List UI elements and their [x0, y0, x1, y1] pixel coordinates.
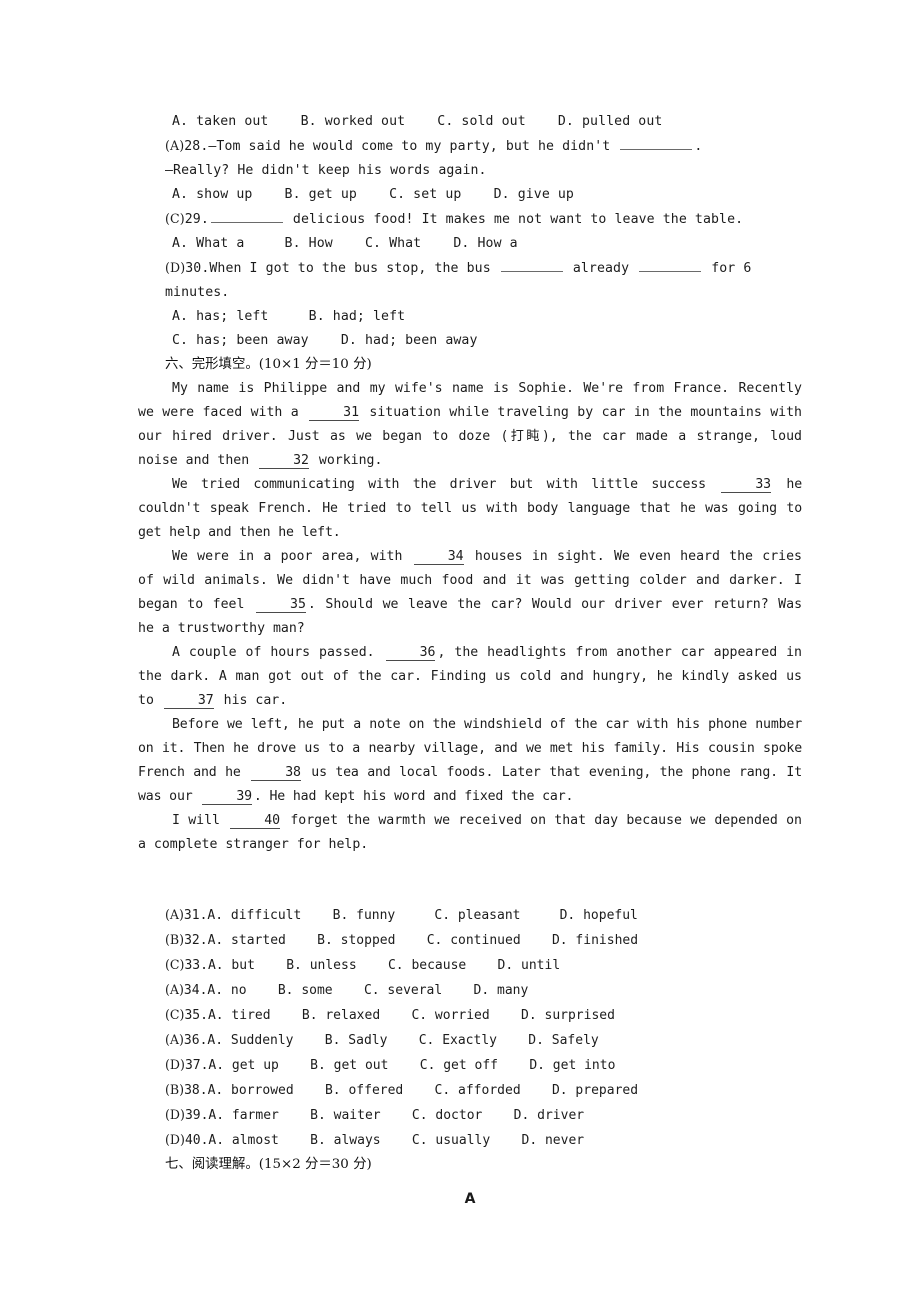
cloze-opts-39: A. farmer B. waiter C. doctor D. driver	[208, 1108, 585, 1123]
cloze-choice-35: (C)35.A. tired B. relaxed C. worried D. …	[138, 1003, 802, 1028]
cloze-opts-33: A. but B. unless C. because D. until	[207, 958, 561, 973]
cloze-choice-38: (B)38.A. borrowed B. offered C. afforded…	[138, 1078, 802, 1103]
cloze-p1-seg5: working.	[310, 453, 383, 468]
cloze-p2-seg1: We tried communicating with the driver b…	[172, 477, 720, 492]
cloze-choice-32: (B)32.A. started B. stopped C. continued…	[138, 928, 802, 953]
cloze-key-39: (D)	[165, 1107, 185, 1122]
cloze-blank-33: 33	[721, 477, 771, 493]
cloze-key-36: (A)	[165, 1032, 184, 1047]
question-29-options: A. What a B. How C. What D. How a	[172, 236, 518, 251]
cloze-paragraph-3: We were in a poor area, with 34 houses i…	[138, 545, 802, 641]
cloze-num-31: 31.	[183, 908, 208, 923]
question-28: (A)28.—Tom said he would come to my part…	[138, 134, 802, 159]
cloze-choice-list: (A)31.A. difficult B. funny C. pleasant …	[138, 903, 802, 1153]
section-six-heading: 六、完形填空。(10×1 分＝10 分)	[138, 353, 802, 377]
question-28-stem: —Tom said he would come to my party, but…	[208, 139, 619, 154]
cloze-opts-34: A. no B. some C. several D. many	[207, 983, 529, 998]
cloze-blank-40: 40	[230, 813, 281, 829]
cloze-num-37: 37.	[184, 1058, 209, 1073]
cloze-paragraph-6: I will 40 forget the warmth we received …	[138, 809, 802, 857]
cloze-p4-seg5: his car.	[215, 693, 288, 708]
question-28-number: 28.	[184, 139, 209, 154]
cloze-paragraph-4: A couple of hours passed. 36, the headli…	[138, 641, 802, 713]
cloze-blank-31: 31	[309, 405, 360, 421]
cloze-p5-seg5: . He had kept his word and fixed the car…	[253, 789, 574, 804]
cloze-blank-37: 37	[163, 693, 214, 709]
question-30: (D)30.When I got to the bus stop, the bu…	[138, 256, 802, 305]
cloze-opts-40: A. almost B. always C. usually D. never	[208, 1133, 585, 1148]
cloze-p6-seg1: I will	[172, 813, 229, 828]
cloze-opts-31: A. difficult B. funny C. pleasant D. hop…	[207, 908, 638, 923]
answer-key-30: (D)	[165, 260, 186, 275]
answer-key-29: (C)	[165, 211, 185, 226]
cloze-num-38: 38.	[184, 1083, 208, 1098]
cloze-opts-32: A. started B. stopped C. continued D. fi…	[207, 933, 639, 948]
cloze-key-37: (D)	[165, 1057, 185, 1072]
cloze-num-35: 35.	[184, 1008, 208, 1023]
blank-29	[210, 222, 283, 223]
question-29-number: 29.	[184, 212, 209, 227]
cloze-num-40: 40.	[184, 1133, 209, 1148]
cloze-blank-35: 35	[256, 597, 306, 613]
cloze-choice-34: (A)34.A. no B. some C. several D. many	[138, 978, 802, 1003]
question-29: (C)29. delicious food! It makes me not w…	[138, 207, 802, 232]
cloze-num-34: 34.	[183, 983, 208, 998]
answer-key-28: (A)	[165, 138, 185, 153]
cloze-key-34: (A)	[165, 982, 184, 997]
section-seven-score: (15×2 分＝30 分)	[258, 1157, 372, 1172]
question-30-options-1: A. has; left B. had; left	[172, 309, 406, 324]
cloze-choice-40: (D)40.A. almost B. always C. usually D. …	[138, 1128, 802, 1153]
cloze-paragraph-1: My name is Philippe and my wife's name i…	[138, 377, 802, 473]
cloze-paragraph-5: Before we left, he put a note on the win…	[138, 713, 802, 809]
cloze-opts-35: A. tired B. relaxed C. worried D. surpri…	[207, 1008, 615, 1023]
cloze-key-33: (C)	[165, 957, 185, 972]
blank-30-a	[500, 271, 563, 272]
cloze-key-32: (B)	[165, 932, 185, 947]
cloze-blank-36: 36	[385, 645, 436, 661]
page-content: A. taken out B. worked out C. sold out D…	[138, 110, 802, 1211]
question-29-stem: delicious food! It makes me not want to …	[284, 212, 744, 227]
cloze-p4-seg1: A couple of hours passed.	[172, 645, 384, 660]
cloze-opts-37: A. get up B. get out C. get off D. get i…	[208, 1058, 616, 1073]
cloze-paragraph-2: We tried communicating with the driver b…	[138, 473, 802, 545]
cloze-blank-38: 38	[251, 765, 301, 781]
cloze-choice-37: (D)37.A. get up B. get out C. get off D.…	[138, 1053, 802, 1078]
question-28-options: A. show up B. get up C. set up D. give u…	[172, 187, 574, 202]
cloze-key-35: (C)	[165, 1007, 185, 1022]
passage-label-a: A	[464, 1191, 476, 1207]
cloze-key-40: (D)	[165, 1132, 185, 1147]
cloze-blank-39: 39	[202, 789, 252, 805]
blank-28	[620, 149, 693, 150]
cloze-choice-31: (A)31.A. difficult B. funny C. pleasant …	[138, 903, 802, 928]
question-30-stem-a: When I got to the bus stop, the bus	[209, 261, 499, 276]
cloze-choice-36: (A)36.A. Suddenly B. Sadly C. Exactly D.…	[138, 1028, 802, 1053]
cloze-blank-34: 34	[413, 549, 464, 565]
q27-options: A. taken out B. worked out C. sold out D…	[172, 114, 663, 129]
question-30-number: 30.	[185, 261, 210, 276]
cloze-key-31: (A)	[165, 907, 184, 922]
section-six-score: (10×1 分＝10 分)	[258, 357, 372, 372]
cloze-choice-39: (D)39.A. farmer B. waiter C. doctor D. d…	[138, 1103, 802, 1128]
cloze-opts-38: A. borrowed B. offered C. afforded D. pr…	[207, 1083, 639, 1098]
blank-30-b	[639, 271, 702, 272]
question-30-options-2: C. has; been away D. had; been away	[172, 333, 478, 348]
cloze-opts-36: A. Suddenly B. Sadly C. Exactly D. Safel…	[207, 1033, 599, 1048]
question-28-reply: —Really? He didn't keep his words again.	[165, 163, 487, 178]
exam-page: A. taken out B. worked out C. sold out D…	[0, 0, 920, 1302]
section-six-title: 六、完形填空。	[165, 357, 259, 372]
cloze-num-32: 32.	[184, 933, 208, 948]
question-30-stem-b: already	[564, 261, 638, 276]
cloze-num-39: 39.	[184, 1108, 209, 1123]
cloze-p3-seg1: We were in a poor area, with	[172, 549, 412, 564]
question-28-stem-tail: .	[694, 139, 703, 154]
section-seven-title: 七、阅读理解。	[165, 1157, 259, 1172]
gap-before-choices	[138, 857, 802, 903]
cloze-choice-33: (C)33.A. but B. unless C. because D. unt…	[138, 953, 802, 978]
cloze-blank-32: 32	[259, 453, 309, 469]
section-seven-heading: 七、阅读理解。(15×2 分＝30 分)	[138, 1153, 802, 1177]
cloze-num-33: 33.	[184, 958, 208, 973]
cloze-num-36: 36.	[183, 1033, 208, 1048]
cloze-key-38: (B)	[165, 1082, 185, 1097]
